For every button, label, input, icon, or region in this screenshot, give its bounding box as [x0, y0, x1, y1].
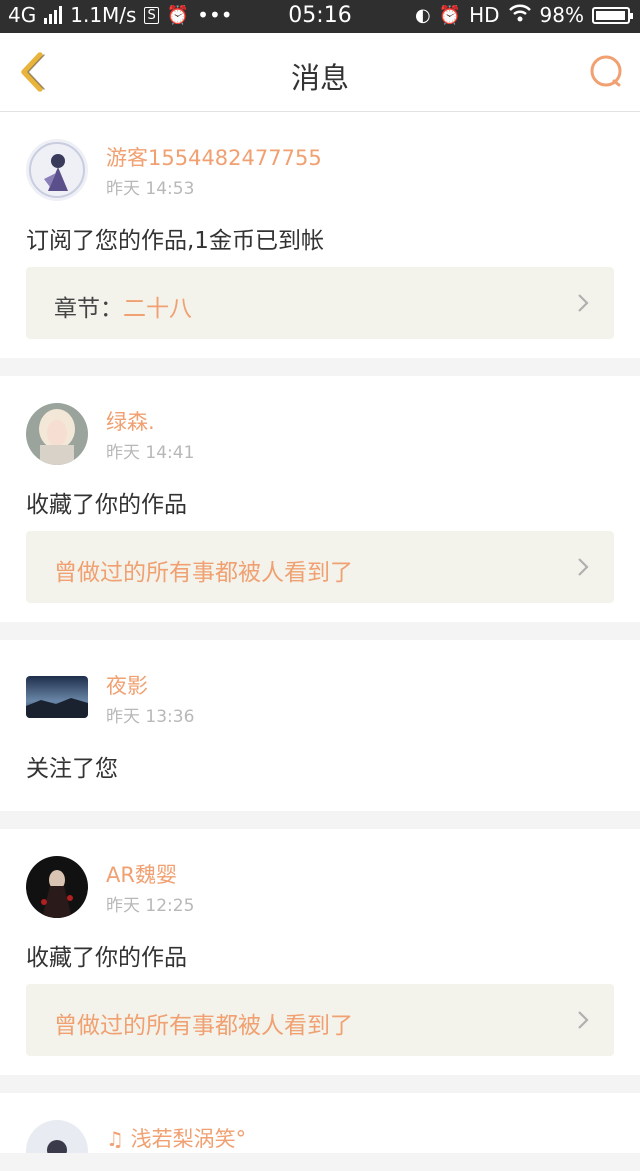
message-list: 游客1554482477755 昨天 14:53 订阅了您的作品,1金币已到帐 …: [0, 112, 640, 1171]
avatar[interactable]: [26, 856, 88, 918]
username-text: 浅若梨涡笑°: [130, 1127, 247, 1151]
message-card: AR魏婴 昨天 12:25 收藏了你的作品 曾做过的所有事都被人看到了: [0, 829, 640, 1075]
chapter-reference-box[interactable]: 章节：二十八: [26, 267, 614, 339]
message-time: 昨天 12:25: [106, 896, 195, 916]
reference-value: 曾做过的所有事都被人看到了: [54, 1013, 353, 1039]
chevron-right-icon: [578, 1011, 589, 1029]
search-button[interactable]: [586, 51, 628, 93]
message-text: 订阅了您的作品,1金币已到帐: [26, 228, 324, 254]
message-card: 夜影 昨天 13:36 关注了您: [0, 640, 640, 811]
message-card: 绿森. 昨天 14:41 收藏了你的作品 曾做过的所有事都被人看到了: [0, 376, 640, 622]
username[interactable]: AR魏婴: [106, 859, 177, 889]
page-title: 消息: [290, 61, 349, 95]
avatar[interactable]: [26, 403, 88, 465]
work-reference-box[interactable]: 曾做过的所有事都被人看到了: [26, 984, 614, 1056]
message-card: 游客1554482477755 昨天 14:53 订阅了您的作品,1金币已到帐 …: [0, 112, 640, 358]
work-reference-box[interactable]: 曾做过的所有事都被人看到了: [26, 531, 614, 603]
username[interactable]: 绿森.: [106, 406, 155, 436]
message-text: 收藏了你的作品: [26, 492, 187, 518]
alarm-icon-2: ⏰: [438, 4, 462, 26]
username[interactable]: 游客1554482477755: [106, 142, 322, 172]
message-time: 昨天 14:53: [106, 179, 195, 199]
chevron-right-icon: [578, 294, 589, 312]
status-bar: 4G 1.1M/s S ⏰ ••• 05:16 ◐ ⏰ HD 98%: [0, 0, 640, 33]
avatar[interactable]: [26, 139, 88, 201]
message-time: 昨天 13:36: [106, 707, 195, 727]
wifi-icon: [508, 3, 532, 27]
username[interactable]: 夜影: [106, 670, 148, 700]
avatar[interactable]: [26, 676, 88, 718]
reference-value: 曾做过的所有事都被人看到了: [54, 560, 353, 586]
message-text: 关注了您: [26, 756, 118, 782]
chevron-right-icon: [578, 558, 589, 576]
search-icon: [590, 55, 622, 87]
music-note-icon: ♫: [106, 1127, 124, 1151]
message-time: 昨天 14:41: [106, 443, 195, 463]
hd-label: HD: [469, 3, 500, 27]
avatar[interactable]: [26, 1120, 88, 1153]
battery-percent: 98%: [539, 3, 584, 27]
battery-icon: [592, 6, 633, 24]
app-header: 消息: [0, 33, 640, 112]
message-card: ♫ 浅若梨涡笑°: [0, 1093, 640, 1153]
do-not-disturb-icon: ◐: [414, 4, 431, 26]
reference-value: 二十八: [123, 296, 192, 322]
reference-label: 章节：: [54, 296, 123, 322]
message-text: 收藏了你的作品: [26, 945, 187, 971]
